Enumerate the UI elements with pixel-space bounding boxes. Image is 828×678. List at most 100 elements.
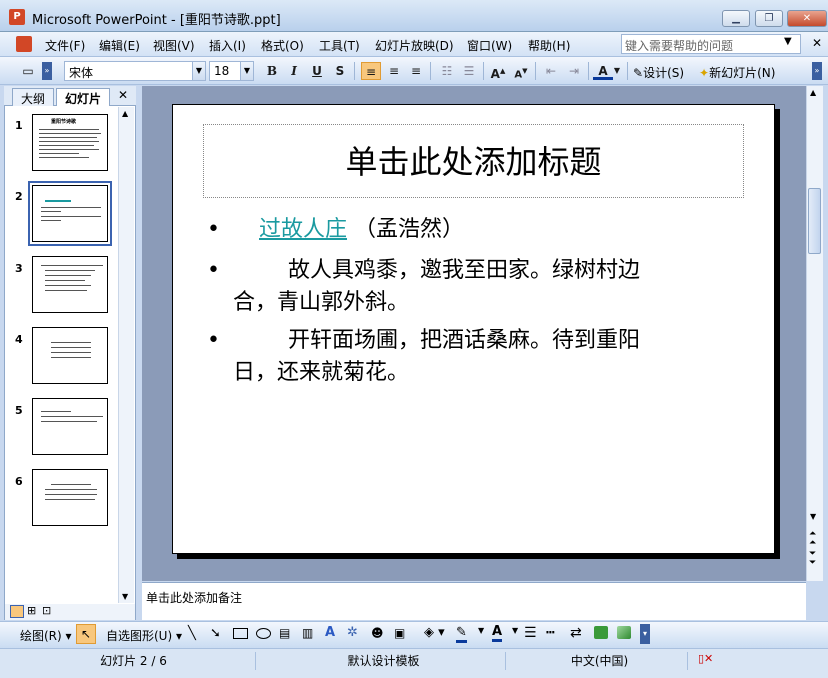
scroll-up-icon[interactable]: ▲ <box>810 88 816 97</box>
next-slide-icon[interactable]: ⏷ ⏷ <box>809 550 816 568</box>
shadow-button[interactable]: S <box>330 62 350 80</box>
poem-title-link[interactable]: 过故人庄 <box>259 217 347 242</box>
line-color-dropdown-icon[interactable]: ▼ <box>478 626 484 635</box>
select-pointer-icon[interactable]: ↖ <box>76 624 96 644</box>
bullet-2-line-2[interactable]: 合，青山郭外斜。 <box>233 287 409 319</box>
font-color-dropdown-icon[interactable]: ▼ <box>612 62 622 80</box>
slide-thumbnail-1[interactable]: 重阳节诗歌 <box>32 114 108 171</box>
italic-button[interactable]: I <box>284 62 304 80</box>
new-slide-button[interactable]: ✦新幻灯片(N) <box>699 64 775 81</box>
toolbar-options-icon[interactable]: » <box>812 62 822 80</box>
notes-pane[interactable]: 单击此处添加备注 <box>142 582 806 620</box>
slideshow-icon[interactable]: ⊡ <box>42 604 51 617</box>
fill-color-icon[interactable]: ◈ ▾ <box>424 625 445 640</box>
slide-thumbnail-4[interactable] <box>32 327 108 384</box>
menu-file[interactable]: 文件(F) <box>45 37 85 54</box>
slide-thumbnail-2[interactable] <box>28 181 112 246</box>
dash-style-icon[interactable]: ┅ <box>546 625 554 641</box>
bullet-2-line-1[interactable]: 故人具鸡黍，邀我至田家。绿树村边 <box>288 255 640 287</box>
oval-icon[interactable] <box>256 628 271 639</box>
autoshapes-button[interactable]: 自选图形(U) ▾ <box>106 627 182 644</box>
scroll-down-icon[interactable]: ▼ <box>810 512 816 521</box>
language-status: 中文(中国) <box>512 652 688 670</box>
bold-button[interactable]: B <box>262 62 282 80</box>
slide-thumbnail-6[interactable] <box>32 469 108 526</box>
minimize-button[interactable]: ▁ <box>722 10 750 27</box>
diagram-icon[interactable]: ✲ <box>347 625 358 640</box>
title-placeholder[interactable]: 单击此处添加标题 <box>203 124 744 198</box>
align-right-button[interactable]: ≡ <box>406 62 426 80</box>
align-center-button[interactable]: ≡ <box>384 62 404 80</box>
arrow-style-icon[interactable]: ⇄ <box>570 625 582 641</box>
arrow-icon[interactable]: ➘ <box>210 626 221 641</box>
underline-button[interactable]: U <box>307 62 327 80</box>
slide-thumbnail-5[interactable] <box>32 398 108 455</box>
help-search-input[interactable]: 键入需要帮助的问题 <box>621 34 801 54</box>
menu-insert[interactable]: 插入(I) <box>209 37 246 54</box>
font-color-icon[interactable]: A <box>593 62 613 80</box>
rectangle-icon[interactable] <box>233 628 248 639</box>
close-pane-icon[interactable]: ✕ <box>118 88 128 102</box>
picture-icon[interactable]: ▣ <box>394 626 405 640</box>
slide-thumbnail-3[interactable] <box>32 256 108 313</box>
decrease-font-icon[interactable]: A▼ <box>511 62 531 80</box>
new-slide-icon: ✦ <box>699 66 710 80</box>
increase-font-icon[interactable]: A▲ <box>488 62 508 81</box>
tab-outline[interactable]: 大纲 <box>12 88 55 106</box>
menu-format[interactable]: 格式(O) <box>261 37 304 54</box>
menu-edit[interactable]: 编辑(E) <box>99 37 140 54</box>
decrease-indent-icon[interactable]: ⇤ <box>541 62 561 80</box>
toolbar-options-icon[interactable]: » <box>42 62 52 80</box>
font-name-select[interactable]: 宋体 <box>64 61 194 81</box>
draw-menu-button[interactable]: 绘图(R) ▾ <box>20 627 72 644</box>
toolbar-options-icon[interactable]: ▾ <box>640 624 650 644</box>
bullet-1[interactable]: 过故人庄 （孟浩然） <box>259 214 464 246</box>
3d-style-icon[interactable] <box>617 626 631 639</box>
vertical-textbox-icon[interactable]: ▥ <box>302 626 313 640</box>
slide-sorter-icon[interactable]: ⊞ <box>27 604 36 617</box>
wordart-icon[interactable]: A <box>325 625 335 640</box>
menu-tools[interactable]: 工具(T) <box>319 37 360 54</box>
slide-scrollbar[interactable] <box>806 86 823 581</box>
menu-slideshow[interactable]: 幻灯片放映(D) <box>375 37 454 54</box>
shadow-style-icon[interactable] <box>594 626 608 639</box>
bullet-3-line-1[interactable]: 开轩面场圃，把酒话桑麻。待到重阳 <box>288 325 640 357</box>
menu-view[interactable]: 视图(V) <box>153 37 195 54</box>
line-color-icon[interactable]: ✎ <box>456 625 467 643</box>
scroll-up-icon[interactable]: ▲ <box>122 109 128 118</box>
menu-window[interactable]: 窗口(W) <box>467 37 512 54</box>
spelling-check-icon[interactable]: ▯✕ <box>698 652 713 665</box>
font-color-icon[interactable]: A <box>492 624 503 642</box>
bullets-icon[interactable]: ☰ <box>459 62 479 80</box>
slides-pane-scrollbar[interactable] <box>118 107 134 603</box>
new-document-icon[interactable]: ▭ <box>18 62 38 80</box>
tab-slides[interactable]: 幻灯片 <box>56 88 111 106</box>
slide-number: 3 <box>15 262 23 275</box>
line-style-icon[interactable]: ☰ <box>524 625 537 641</box>
close-button[interactable]: ✕ <box>787 10 827 27</box>
normal-view-icon[interactable] <box>10 605 24 618</box>
document-icon[interactable] <box>16 36 32 52</box>
menu-help[interactable]: 帮助(H) <box>528 37 570 54</box>
align-left-button[interactable]: ≡ <box>361 62 381 80</box>
font-color-dropdown-icon[interactable]: ▼ <box>512 626 518 635</box>
textbox-icon[interactable]: ▤ <box>279 626 290 640</box>
increase-indent-icon[interactable]: ⇥ <box>564 62 584 80</box>
font-name-dropdown-icon[interactable]: ▼ <box>192 61 206 81</box>
design-button[interactable]: ✎设计(S) <box>633 64 684 81</box>
close-document-icon[interactable]: ✕ <box>812 36 822 50</box>
scrollbar-thumb[interactable] <box>808 188 821 254</box>
scroll-down-icon[interactable]: ▼ <box>122 592 128 601</box>
line-icon[interactable]: ╲ <box>188 626 196 641</box>
restore-button[interactable]: ❐ <box>755 10 783 27</box>
clipart-icon[interactable]: ☻ <box>371 626 384 640</box>
view-buttons-bar <box>5 604 135 620</box>
bullet-3-line-2[interactable]: 日，还来就菊花。 <box>233 357 409 389</box>
font-size-dropdown-icon[interactable]: ▼ <box>240 61 254 81</box>
chevron-down-icon[interactable]: ▼ <box>784 36 792 47</box>
previous-slide-icon[interactable]: ⏶ ⏶ <box>809 530 816 548</box>
font-size-select[interactable]: 18 <box>209 61 241 81</box>
powerpoint-app-icon[interactable]: P <box>9 9 25 25</box>
bullet-marker: • <box>207 258 220 283</box>
numbering-icon[interactable]: ☷ <box>437 62 457 80</box>
